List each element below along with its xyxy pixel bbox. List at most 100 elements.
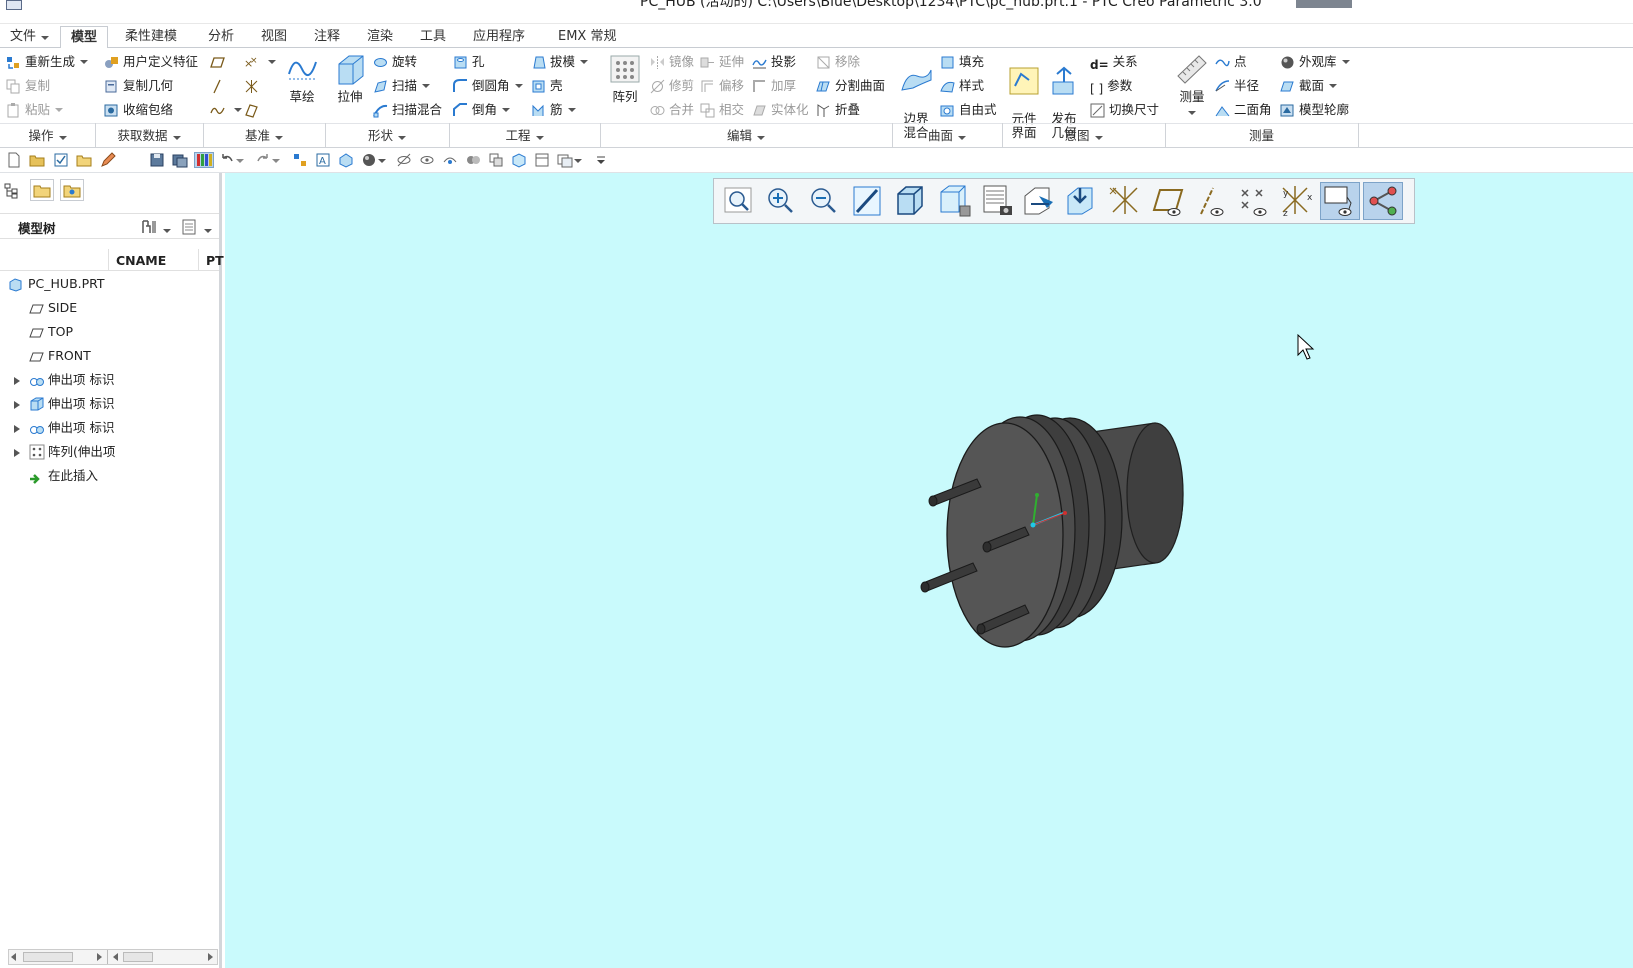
remove-button[interactable]: 移除 [816, 52, 860, 72]
annotation-display-icon[interactable] [1320, 182, 1360, 220]
group-surfaces[interactable]: 曲面 [892, 127, 1002, 147]
group-get-data[interactable]: 获取数据 [95, 127, 203, 147]
layers-icon[interactable] [488, 152, 504, 168]
section-button[interactable]: 截面 [1280, 76, 1338, 96]
tree-row-front[interactable]: FRONT [0, 345, 219, 367]
parameters-button[interactable]: [ ] 参数 [1090, 76, 1132, 96]
revolve-button[interactable]: 旋转 [373, 52, 417, 72]
shell-button[interactable]: 壳 [531, 76, 563, 96]
visibility-icon[interactable] [465, 152, 481, 168]
redo-icon[interactable] [255, 152, 271, 168]
save-as-icon[interactable] [172, 152, 188, 168]
tree-row-protrusion-1[interactable]: 伸出项 标识 [0, 369, 219, 391]
copy-geometry-button[interactable]: 复制几何 [104, 76, 173, 96]
tree-row-root[interactable]: PC_HUB.PRT [0, 273, 219, 295]
column-divider[interactable] [198, 249, 199, 271]
hub-model[interactable] [920, 414, 1184, 648]
tab-flexible-modeling[interactable]: 柔性建模 [115, 26, 187, 48]
expand-arrow-icon[interactable] [14, 425, 20, 433]
round-button[interactable]: 倒圆角 [453, 76, 523, 96]
expand-arrow-icon[interactable] [14, 449, 20, 457]
tree-row-protrusion-2[interactable]: 伸出项 标识 [0, 393, 219, 415]
show-icon[interactable] [419, 152, 435, 168]
expand-arrow-icon[interactable] [14, 377, 20, 385]
model-display-icon[interactable] [338, 152, 354, 168]
switch-dimensions-button[interactable]: 切换尺寸 [1090, 100, 1159, 120]
scroll-right-icon[interactable] [208, 953, 213, 961]
tab-annotate[interactable]: 注释 [304, 26, 350, 48]
hole-button[interactable]: 孔 [453, 52, 485, 72]
appearance-gallery-button[interactable]: 外观库 [1280, 52, 1350, 72]
saved-orientations-icon[interactable] [933, 182, 973, 220]
expand-arrow-icon[interactable] [14, 401, 20, 409]
udf-button[interactable]: 用户定义特征 [104, 52, 198, 72]
spin-center-icon[interactable] [1363, 182, 1403, 220]
datum-sketch-small-button[interactable] [244, 100, 263, 120]
refit-icon[interactable] [718, 182, 758, 220]
project-button[interactable]: 投影 [752, 52, 796, 72]
new-file-icon[interactable] [6, 152, 22, 168]
axis-display-icon[interactable] [1191, 182, 1231, 220]
tab-render[interactable]: 渲染 [357, 26, 403, 48]
copy-button[interactable]: 复制 [6, 76, 50, 96]
extend-button[interactable]: 延伸 [700, 52, 744, 72]
tab-applications[interactable]: 应用程序 [463, 26, 535, 48]
edit-icon[interactable] [100, 152, 116, 168]
appearance-sphere-icon[interactable] [361, 152, 377, 168]
relations-button[interactable]: d= 关系 [1090, 52, 1138, 72]
redo-dropdown-icon[interactable] [272, 152, 280, 168]
paste-button[interactable]: 粘贴 [6, 100, 64, 120]
point-button[interactable]: 点 [1215, 52, 1247, 72]
fill-button[interactable]: 填充 [940, 52, 984, 72]
mirror-button[interactable]: 镜像 [650, 52, 694, 72]
display-style-icon[interactable] [890, 182, 930, 220]
perspective-icon[interactable] [1062, 182, 1102, 220]
radius-button[interactable]: 半径 [1215, 76, 1259, 96]
tree-row-protrusion-3[interactable]: 伸出项 标识 [0, 417, 219, 439]
zoom-out-icon[interactable] [804, 182, 844, 220]
sweep-button[interactable]: 扫描 [373, 76, 431, 96]
tab-analysis[interactable]: 分析 [198, 26, 244, 48]
horizontal-scrollbar[interactable] [8, 949, 218, 965]
folder-browser-tab[interactable] [30, 179, 54, 201]
show-all-icon[interactable] [442, 152, 458, 168]
regenerate-button[interactable]: 重新生成 [6, 52, 89, 72]
model-tree-tab-icon[interactable] [4, 183, 20, 199]
tab-file[interactable]: 文件 [0, 26, 59, 48]
shrinkwrap-button[interactable]: 收缩包络 [104, 100, 173, 120]
curve-button[interactable] [210, 100, 242, 120]
annotation-text-icon[interactable]: A [315, 152, 331, 168]
fold-button[interactable]: 折叠 [816, 100, 860, 120]
tab-view[interactable]: 视图 [251, 26, 297, 48]
hide-icon[interactable] [396, 152, 412, 168]
csys-button[interactable] [244, 76, 263, 96]
app-icon[interactable] [6, 0, 22, 10]
column-cname[interactable]: CNAME [116, 253, 166, 268]
plane-display-icon[interactable] [1148, 182, 1188, 220]
scroll-right-icon[interactable] [97, 953, 102, 961]
offset-button[interactable]: 偏移 [700, 76, 744, 96]
switch-windows-dropdown-icon[interactable] [574, 152, 582, 168]
tab-model[interactable]: 模型 [60, 26, 109, 49]
datum-display-icon[interactable] [1105, 182, 1145, 220]
merge-button[interactable]: 合并 [650, 100, 694, 120]
regenerate-qat-icon[interactable] [292, 152, 308, 168]
trim-button[interactable]: 修剪 [650, 76, 694, 96]
scroll-thumb[interactable] [23, 952, 73, 962]
datum-axis-button[interactable] [210, 76, 229, 96]
save-icon[interactable] [149, 152, 165, 168]
extrude-button[interactable]: 拉伸 [330, 52, 370, 104]
undo-icon[interactable] [219, 152, 235, 168]
select-window-icon[interactable] [53, 152, 69, 168]
dihedral-button[interactable]: 二面角 [1215, 100, 1272, 120]
scroll-left-icon[interactable] [11, 953, 16, 961]
csys-display-icon[interactable]: yz x [1277, 182, 1317, 220]
section-icon[interactable] [1019, 182, 1059, 220]
tree-settings-icon[interactable] [140, 218, 158, 236]
swept-blend-button[interactable]: 扫描混合 [373, 100, 442, 120]
show-menu-dropdown-icon[interactable] [204, 222, 212, 233]
draft-button[interactable]: 拔模 [531, 52, 589, 72]
customize-qat-icon[interactable] [596, 152, 606, 168]
axis-button[interactable]: × × [244, 52, 276, 72]
group-intent[interactable]: 意图 [1002, 127, 1165, 147]
